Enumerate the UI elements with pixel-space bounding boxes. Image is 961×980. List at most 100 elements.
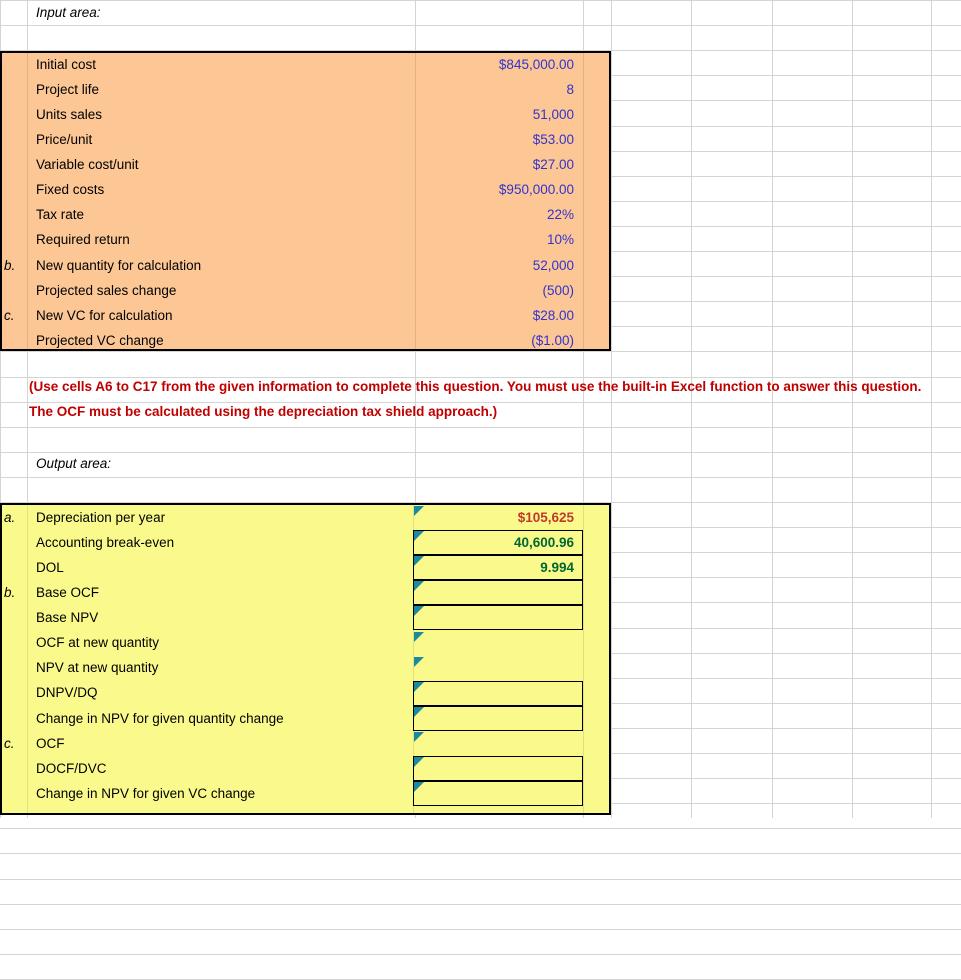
output-row-label-text: Change in NPV for given quantity change [36, 710, 284, 726]
spreadsheet-canvas[interactable]: Input area: Output area: (Use cells A6 to … [0, 0, 961, 980]
output-row-label-text: OCF [36, 735, 65, 751]
input-row-label: Projected sales change [27, 278, 415, 303]
comment-indicator-icon [414, 631, 424, 642]
output-region-column-line [583, 503, 584, 815]
output-row-label: OCF [27, 731, 413, 756]
output-row-label-text: Depreciation per year [36, 509, 166, 525]
output-row-value-text: 9.994 [540, 559, 574, 575]
output-row-index: c. [4, 735, 15, 751]
input-row-label: Required return [27, 228, 415, 253]
input-row-label: New VC for calculation [27, 303, 415, 328]
input-row-value[interactable]: $950,000.00 [415, 178, 583, 203]
output-row-value-text: 40,600.96 [513, 534, 574, 550]
output-row-label-text: Accounting break-even [36, 534, 175, 550]
input-row-value-text: $845,000.00 [498, 56, 574, 72]
input-row-value-text: ($1.00) [531, 332, 574, 348]
input-row-label: Price/unit [27, 127, 415, 152]
input-row-label-text: Units sales [36, 106, 103, 122]
input-row-value[interactable]: 8 [415, 77, 583, 102]
comment-indicator-icon [414, 606, 424, 617]
output-row-label: NPV at new quantity [27, 656, 413, 681]
grid-row-line [0, 903, 961, 905]
input-row-label-text: New quantity for calculation [36, 257, 202, 273]
input-row-label: Variable cost/unit [27, 152, 415, 177]
output-row-value[interactable] [413, 631, 583, 656]
input-row-label: New quantity for calculation [27, 253, 415, 278]
input-row-label-text: Projected VC change [36, 332, 164, 348]
output-row-value[interactable] [413, 731, 583, 756]
input-row-label: Fixed costs [27, 178, 415, 203]
output-row-value[interactable] [413, 656, 583, 681]
input-row-label-text: Tax rate [36, 207, 85, 223]
output-row-label-text: DOL [36, 559, 64, 575]
input-row-value[interactable]: 10% [415, 228, 583, 253]
input-row-index: b. [4, 257, 16, 273]
input-row-value[interactable]: 52,000 [415, 253, 583, 278]
output-row-label: OCF at new quantity [27, 631, 413, 656]
grid-row-line [0, 828, 961, 830]
output-row-label: Depreciation per year [27, 505, 413, 530]
comment-indicator-icon [414, 757, 424, 767]
output-row-label-text: OCF at new quantity [36, 635, 160, 651]
comment-indicator-icon [414, 656, 424, 667]
output-row-label: Accounting break-even [27, 530, 413, 555]
comment-indicator-icon [414, 581, 424, 592]
grid-column-line [931, 0, 932, 818]
output-row-value[interactable] [413, 681, 583, 706]
input-row-label-text: Initial cost [36, 56, 97, 72]
output-row-value[interactable]: 40,600.96 [413, 530, 583, 555]
input-row-value[interactable]: (500) [415, 278, 583, 303]
input-row-value[interactable]: $28.00 [415, 303, 583, 328]
input-row-label-text: Fixed costs [36, 182, 105, 198]
output-row-value[interactable] [413, 580, 583, 605]
output-row-label-text: Base OCF [36, 585, 100, 601]
input-row-value[interactable]: 22% [415, 203, 583, 228]
output-row-label: DOL [27, 555, 413, 580]
comment-indicator-icon [414, 706, 424, 717]
grid-row-line [0, 878, 961, 880]
grid-row-line [0, 426, 961, 428]
input-row-value-text: 8 [566, 81, 574, 97]
input-row-label: Projected VC change [27, 328, 415, 353]
input-row-value[interactable]: 51,000 [415, 102, 583, 127]
output-row-label: Base OCF [27, 580, 413, 605]
comment-indicator-icon [414, 782, 424, 793]
input-row-value[interactable]: $27.00 [415, 152, 583, 177]
grid-row-line [0, 928, 961, 930]
input-row-value[interactable]: ($1.00) [415, 328, 583, 353]
input-row-value-text: 51,000 [532, 106, 574, 122]
input-row-label-text: Required return [36, 232, 130, 248]
output-row-value[interactable] [413, 706, 583, 731]
input-region-column-line [583, 51, 584, 351]
output-row-value[interactable] [413, 605, 583, 630]
grid-row-line [0, 476, 961, 478]
input-row-label-text: Price/unit [36, 132, 93, 148]
comment-indicator-icon [414, 731, 424, 742]
output-row-value[interactable] [413, 781, 583, 806]
input-row-value-text: 10% [546, 232, 574, 248]
input-row-value-text: (500) [542, 282, 574, 298]
input-row-value-text: $53.00 [532, 132, 574, 148]
output-area-heading: Output area: [27, 451, 415, 476]
output-row-value[interactable] [413, 756, 583, 781]
input-row-value-text: $28.00 [532, 307, 574, 323]
input-row-label: Project life [27, 77, 415, 102]
input-row-label-text: New VC for calculation [36, 307, 173, 323]
output-row-value[interactable]: 9.994 [413, 555, 583, 580]
input-row-value-text: $950,000.00 [498, 182, 574, 198]
input-row-value-text: 22% [546, 207, 574, 223]
input-row-value[interactable]: $845,000.00 [415, 52, 583, 77]
input-row-index: c. [4, 307, 15, 323]
output-row-label-text: Base NPV [36, 610, 99, 626]
input-row-value-text: $27.00 [532, 157, 574, 173]
output-row-label-text: Change in NPV for given VC change [36, 785, 256, 801]
input-row-label-text: Projected sales change [36, 282, 177, 298]
input-row-value[interactable]: $53.00 [415, 127, 583, 152]
output-row-label-text: DNPV/DQ [36, 685, 98, 701]
output-row-label: DOCF/DVC [27, 756, 413, 781]
input-row-label-text: Variable cost/unit [36, 157, 139, 173]
output-row-value[interactable]: $105,625 [413, 505, 583, 530]
input-area-heading: Input area: [27, 0, 415, 25]
input-row-label: Units sales [27, 102, 415, 127]
output-row-label-text: NPV at new quantity [36, 660, 159, 676]
